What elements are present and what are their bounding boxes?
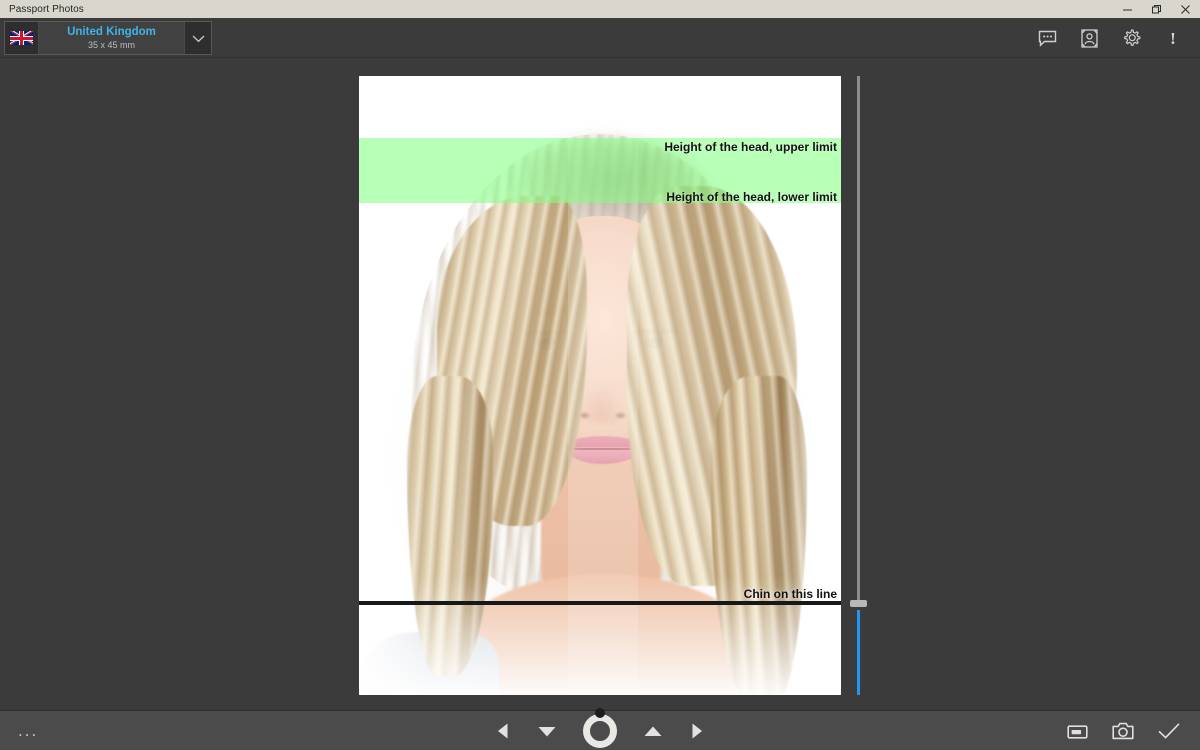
close-button[interactable]	[1171, 0, 1200, 18]
exclamation-glyph: !	[1170, 28, 1176, 48]
country-label[interactable]: United Kingdom 35 x 45 mm	[39, 22, 184, 54]
portrait-frame-icon[interactable]	[1068, 18, 1110, 58]
titlebar: Passport Photos	[0, 0, 1200, 18]
open-folder-icon[interactable]	[1054, 711, 1100, 750]
country-flag-cell[interactable]	[5, 22, 39, 54]
exclamation-icon[interactable]: !	[1152, 18, 1194, 58]
vertical-zoom-slider[interactable]	[850, 76, 867, 695]
chin-line-label: Chin on this line	[743, 587, 837, 601]
chin-guide-line	[359, 601, 841, 605]
slider-track-filled[interactable]	[857, 610, 860, 695]
app-window: Passport Photos United Kingdom 35 x 45 m…	[0, 0, 1200, 750]
slider-track-upper[interactable]	[857, 76, 860, 604]
chevron-down-icon[interactable]	[184, 22, 211, 54]
country-selector[interactable]: United Kingdom 35 x 45 mm	[4, 21, 212, 55]
rotation-dial-icon[interactable]	[583, 708, 617, 748]
united-kingdom-flag-icon	[10, 31, 33, 45]
maximize-button[interactable]	[1142, 0, 1171, 18]
country-photo-size: 35 x 45 mm	[87, 39, 136, 50]
country-name: United Kingdom	[67, 25, 156, 38]
head-upper-limit-label: Height of the head, upper limit	[664, 140, 837, 154]
gear-icon[interactable]	[1110, 18, 1152, 58]
transform-controls	[0, 708, 1200, 750]
bottom-actions	[1054, 711, 1192, 750]
passport-photo-preview[interactable]: Height of the head, upper limit Height o…	[359, 76, 841, 695]
slider-thumb[interactable]	[850, 600, 867, 607]
triangle-left-icon[interactable]	[495, 722, 511, 740]
rotation-dial-knob[interactable]	[595, 708, 605, 718]
triangle-up-icon[interactable]	[643, 725, 663, 738]
triangle-down-icon[interactable]	[537, 725, 557, 738]
bottom-toolbar: ...	[0, 708, 1200, 750]
triangle-right-icon[interactable]	[689, 722, 705, 740]
window-title: Passport Photos	[9, 3, 84, 15]
camera-icon[interactable]	[1100, 711, 1146, 750]
minimize-button[interactable]	[1113, 0, 1142, 18]
speech-bubble-icon[interactable]	[1026, 18, 1068, 58]
toolbar-actions: !	[1026, 18, 1194, 58]
check-icon[interactable]	[1146, 711, 1192, 750]
window-controls	[1113, 0, 1200, 18]
head-lower-limit-label: Height of the head, lower limit	[666, 190, 837, 204]
photo-canvas: Height of the head, upper limit Height o…	[0, 58, 1200, 711]
top-toolbar: United Kingdom 35 x 45 mm !	[0, 18, 1200, 58]
